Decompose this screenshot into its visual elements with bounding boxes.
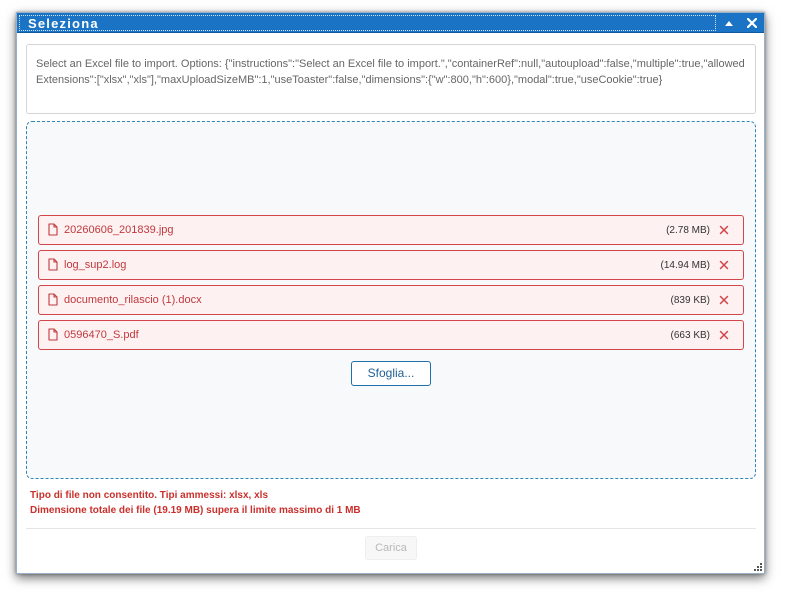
close-button[interactable] (743, 15, 761, 31)
upload-button[interactable]: Carica (365, 536, 417, 560)
file-size: (2.78 MB) (666, 225, 710, 236)
file-name: 20260606_201839.jpg (64, 224, 174, 236)
file-icon (48, 223, 58, 236)
file-select-dialog: Seleziona Select an Excel file to import… (16, 12, 765, 574)
error-messages: Tipo di file non consentito. Tipi ammess… (30, 488, 361, 518)
file-name: documento_rilascio (1).docx (64, 294, 202, 306)
instructions-box: Select an Excel file to import. Options:… (26, 44, 756, 114)
title-focus-outline: Seleziona (19, 15, 716, 31)
error-message: Tipo di file non consentito. Tipi ammess… (30, 490, 269, 501)
footer-divider (26, 528, 756, 529)
file-list: 20260606_201839.jpg (2.78 MB) log_sup2.l… (38, 215, 744, 355)
file-item: 0596470_S.pdf (663 KB) (38, 320, 744, 350)
remove-file-icon[interactable] (717, 258, 731, 272)
dialog-title: Seleziona (28, 16, 99, 31)
browse-button[interactable]: Sfoglia... (351, 361, 431, 386)
file-icon (48, 328, 58, 341)
file-size: (14.94 MB) (660, 260, 710, 271)
file-item: log_sup2.log (14.94 MB) (38, 250, 744, 280)
file-dropzone[interactable]: 20260606_201839.jpg (2.78 MB) log_sup2.l… (26, 121, 756, 479)
remove-file-icon[interactable] (717, 328, 731, 342)
file-name: log_sup2.log (64, 259, 127, 271)
file-item: documento_rilascio (1).docx (839 KB) (38, 285, 744, 315)
collapse-button[interactable] (720, 15, 738, 31)
error-message: Dimensione totale dei file (19.19 MB) su… (30, 505, 361, 516)
file-icon (48, 293, 58, 306)
remove-file-icon[interactable] (717, 293, 731, 307)
file-name: 0596470_S.pdf (64, 329, 139, 341)
resize-grip-icon[interactable] (753, 562, 763, 572)
close-icon (747, 18, 757, 28)
file-icon (48, 258, 58, 271)
file-size: (663 KB) (670, 330, 710, 341)
file-size: (839 KB) (670, 295, 710, 306)
remove-file-icon[interactable] (717, 223, 731, 237)
dialog-titlebar[interactable]: Seleziona (17, 13, 764, 33)
file-item: 20260606_201839.jpg (2.78 MB) (38, 215, 744, 245)
instructions-text: Select an Excel file to import. Options:… (36, 58, 745, 86)
caret-up-icon (725, 21, 733, 26)
